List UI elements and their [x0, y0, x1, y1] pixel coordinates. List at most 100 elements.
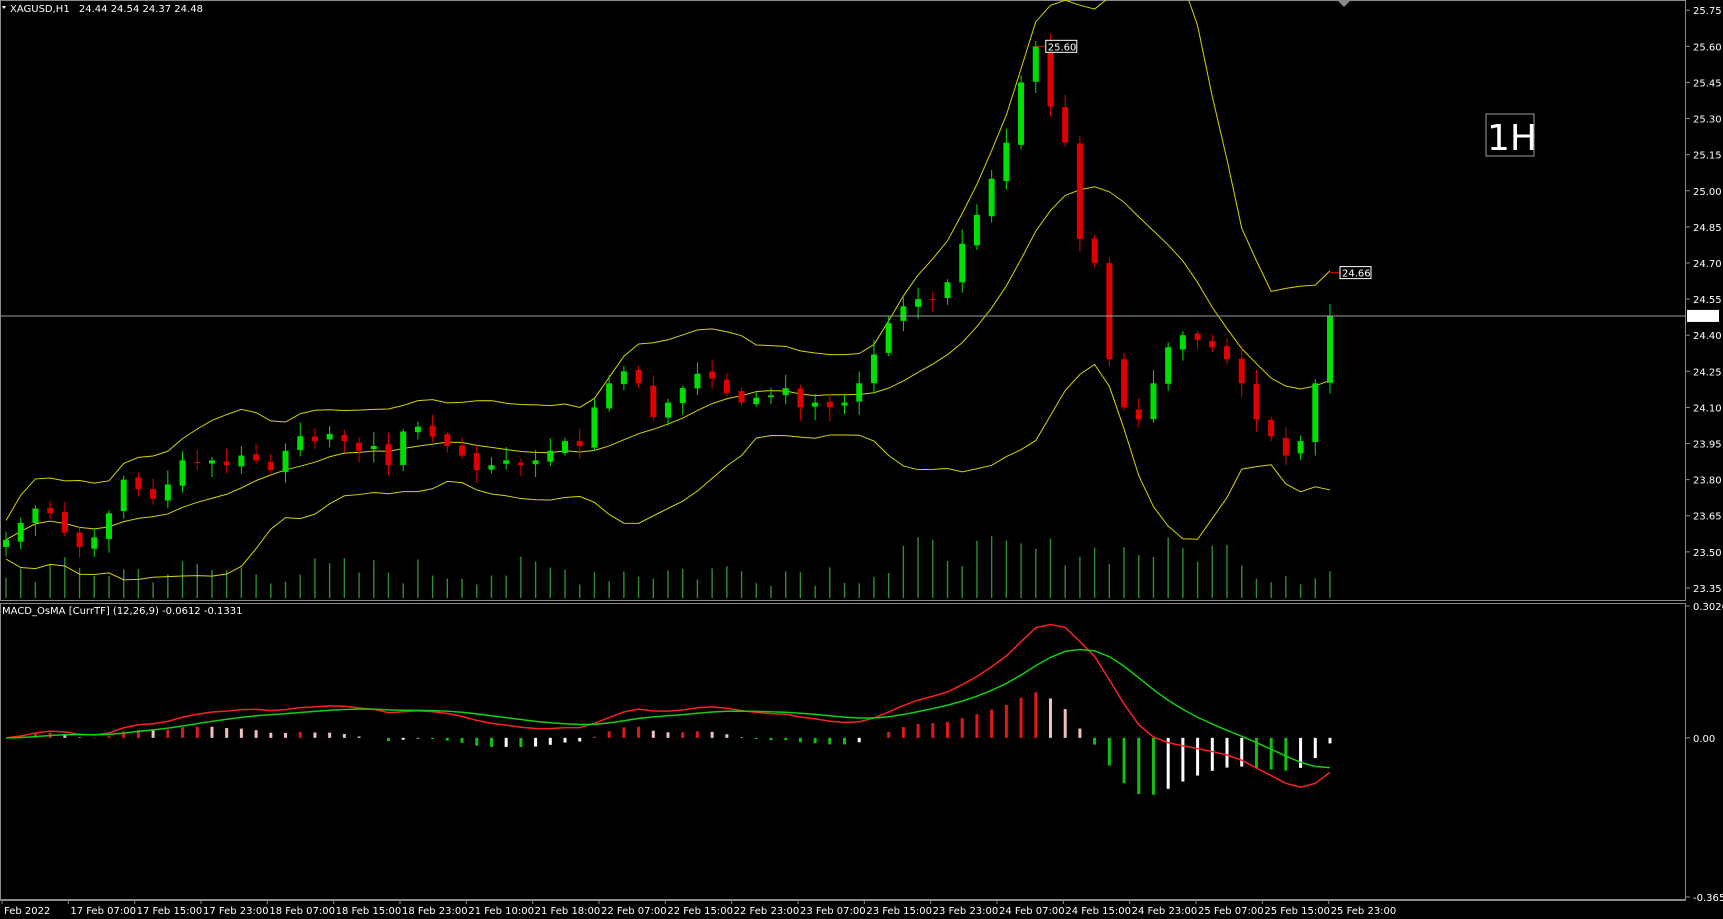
candle[interactable] — [414, 426, 421, 433]
candle[interactable] — [576, 440, 583, 446]
candle[interactable] — [1032, 46, 1039, 82]
candle[interactable] — [959, 243, 966, 283]
candle[interactable] — [326, 433, 333, 440]
candle[interactable] — [620, 371, 627, 385]
candle[interactable] — [297, 436, 304, 451]
candle[interactable] — [1209, 341, 1216, 348]
candle[interactable] — [3, 539, 9, 548]
candle[interactable] — [665, 402, 671, 418]
candle[interactable] — [812, 402, 819, 407]
candle[interactable] — [944, 282, 951, 299]
candle[interactable] — [1165, 347, 1172, 384]
candle[interactable] — [1091, 238, 1098, 263]
candle[interactable] — [1121, 359, 1128, 408]
candle[interactable] — [311, 436, 318, 442]
candle[interactable] — [517, 462, 524, 466]
price-axis-label: 23.35 — [1693, 584, 1722, 595]
candle[interactable] — [856, 383, 863, 402]
candle[interactable] — [738, 391, 745, 403]
candle[interactable] — [929, 299, 936, 301]
candle[interactable] — [400, 431, 407, 465]
candle[interactable] — [17, 522, 24, 542]
chart-canvas[interactable]: XAGUSD,H1 24.44 24.54 24.37 24.48 MACD_O… — [0, 0, 1723, 919]
candle[interactable] — [503, 460, 510, 464]
candle[interactable] — [253, 454, 260, 461]
candle[interactable] — [1268, 419, 1275, 437]
candle[interactable] — [385, 444, 392, 466]
candle[interactable] — [988, 178, 995, 217]
candle[interactable] — [1062, 107, 1069, 143]
candle[interactable] — [870, 354, 877, 384]
candle[interactable] — [1106, 263, 1113, 360]
candle[interactable] — [356, 442, 363, 451]
candle[interactable] — [267, 461, 274, 471]
candle[interactable] — [591, 407, 598, 448]
candle[interactable] — [797, 388, 804, 408]
candle[interactable] — [723, 379, 730, 393]
candle[interactable] — [826, 401, 833, 408]
candle[interactable] — [709, 371, 716, 379]
candle[interactable] — [1224, 346, 1231, 360]
candle[interactable] — [164, 484, 171, 501]
time-axis-label: 17 Feb 23:00 — [203, 906, 269, 917]
candle[interactable] — [1003, 142, 1010, 182]
candle[interactable] — [753, 397, 760, 405]
candle[interactable] — [150, 489, 157, 499]
candle[interactable] — [1076, 143, 1083, 239]
candle[interactable] — [532, 460, 539, 465]
candle[interactable] — [208, 460, 215, 464]
candle[interactable] — [900, 306, 907, 321]
candle[interactable] — [679, 388, 686, 404]
candle[interactable] — [1327, 315, 1333, 383]
candle[interactable] — [459, 445, 466, 456]
symbol-header: XAGUSD,H1 24.44 24.54 24.37 24.48 — [10, 4, 203, 15]
candle[interactable] — [135, 477, 142, 490]
candle[interactable] — [282, 450, 289, 473]
candle[interactable] — [1018, 82, 1025, 145]
candle[interactable] — [1282, 438, 1289, 456]
candle[interactable] — [105, 513, 112, 539]
candle[interactable] — [473, 453, 480, 471]
candle[interactable] — [76, 532, 83, 548]
price-axis-label: 25.60 — [1693, 42, 1722, 53]
candle[interactable] — [973, 214, 980, 246]
candle[interactable] — [1253, 383, 1260, 420]
candle[interactable] — [650, 385, 657, 418]
candle[interactable] — [562, 441, 569, 453]
candle[interactable] — [429, 425, 436, 437]
candle[interactable] — [488, 465, 495, 470]
candle[interactable] — [547, 450, 554, 462]
candle[interactable] — [1047, 47, 1054, 107]
candle[interactable] — [1297, 441, 1304, 454]
candle[interactable] — [341, 435, 348, 442]
candle[interactable] — [444, 434, 451, 446]
candle[interactable] — [606, 383, 613, 409]
candle[interactable] — [1238, 358, 1245, 384]
candle[interactable] — [1179, 335, 1186, 350]
candle[interactable] — [1135, 409, 1142, 420]
candle[interactable] — [1312, 383, 1319, 442]
candle[interactable] — [238, 455, 245, 467]
candle[interactable] — [61, 511, 68, 533]
candle[interactable] — [782, 388, 789, 396]
time-axis-label: 23 Feb 23:00 — [933, 906, 999, 917]
candle[interactable] — [635, 369, 642, 384]
candle[interactable] — [91, 537, 98, 549]
candle[interactable] — [179, 460, 186, 486]
time-axis-label: 24 Feb 23:00 — [1132, 906, 1198, 917]
candle[interactable] — [885, 323, 892, 353]
candle[interactable] — [915, 299, 922, 307]
candle[interactable] — [194, 462, 201, 464]
candle[interactable] — [120, 479, 127, 512]
candle[interactable] — [32, 508, 39, 523]
candle[interactable] — [841, 402, 848, 406]
candle[interactable] — [1150, 383, 1157, 420]
candle[interactable] — [1194, 333, 1201, 341]
candle[interactable] — [767, 395, 774, 398]
candle[interactable] — [370, 445, 377, 450]
candle[interactable] — [694, 373, 701, 389]
candle[interactable] — [223, 461, 230, 466]
candle[interactable] — [47, 508, 54, 514]
price-axis-label: 24.55 — [1693, 295, 1722, 306]
price-axis-label: 24.10 — [1693, 403, 1722, 414]
